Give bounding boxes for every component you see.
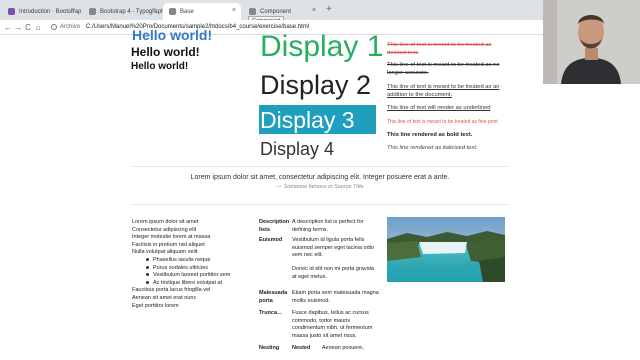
list-item: Integer molestie lorem at massa (132, 234, 211, 241)
fine-print-text: This line of text is meant to be treated… (387, 119, 500, 125)
close-icon[interactable]: × (71, 7, 75, 14)
bootstrap-icon (8, 8, 15, 15)
tab-label: Base (180, 8, 194, 15)
bullet-icon (146, 280, 149, 284)
webcam-overlay (543, 0, 640, 84)
bullet-icon (146, 265, 149, 269)
nested-list-item: Vestibulum laoreet porttitor sem (132, 272, 230, 280)
heading-hello-world-link[interactable]: Hello world! (132, 27, 212, 43)
italic-text: This line rendered as italicized text. (387, 145, 478, 151)
dd-description-lists: A description list is perfect for defini… (292, 219, 364, 233)
globe-icon (89, 8, 96, 15)
dt-euismod: Euismod (259, 237, 283, 243)
dd-nesting: Nested Aenean posuere, (292, 345, 380, 353)
bullet-icon (146, 258, 149, 262)
blockquote-text: Lorem ipsum dolor sit amet, consectetur … (190, 174, 450, 181)
divider (132, 204, 508, 205)
underlined-text: This line of text will render as underli… (387, 105, 491, 111)
list-item: Eget porttitor lorem (132, 302, 179, 309)
close-icon[interactable]: × (312, 7, 316, 14)
list-item: Faucibus porta lacus fringilla vel (132, 287, 211, 294)
reload-icon[interactable]: C (23, 23, 33, 32)
list-item: Facilisis in pretium nisl aliquet (132, 241, 205, 248)
back-arrow-icon[interactable]: ← (3, 23, 13, 32)
deleted-text: This line of text is meant to be treated… (387, 42, 492, 56)
tab-typography[interactable]: Bootstrap 4 - Typography × (83, 3, 167, 20)
globe-icon (249, 8, 256, 15)
display-1: Display 1 (260, 30, 384, 63)
list-item: Lorem ipsum dolor sit amet (132, 219, 199, 225)
strikethrough-text: This line of text is meant to be treated… (387, 62, 500, 76)
display-4: Display 4 (260, 139, 335, 159)
nested-list-item-label: Phasellus iaculis neque (153, 256, 211, 263)
site-info[interactable]: Archivo (51, 24, 80, 30)
dt-description-lists: Description lists (259, 219, 290, 233)
list-item: Aenean sit amet erat nunc (132, 294, 197, 301)
nested-list-item: Purus sodales ultricies (132, 265, 230, 273)
site-info-label: Archivo (60, 24, 81, 30)
nested-dd: Aenean posuere, (321, 345, 364, 351)
new-tab-button[interactable]: + (326, 5, 332, 15)
nested-list-item: Phasellus iaculis neque (132, 257, 230, 265)
tab-label: Bootstrap 4 - Typography (100, 8, 168, 15)
screen: { "browser": { "tabs": [ {"label": "Intr… (0, 0, 640, 360)
bold-text: This line rendered as bold text. (387, 132, 473, 138)
divider (132, 166, 508, 167)
bullet-icon (146, 273, 149, 277)
nested-list-item: Ac tristique libero volutpat at (132, 280, 230, 288)
dd-euismod: Vestibulum id ligula porta felis euismod… (292, 237, 374, 259)
list-item: Consectetur adipiscing elit (132, 226, 197, 233)
globe-icon (169, 8, 176, 15)
dt-malesuada-porta: Malesuada porta (259, 290, 288, 304)
close-icon[interactable]: × (152, 7, 156, 14)
waterfall-image (387, 217, 505, 282)
heading-hello-world-small: Hello world! (131, 61, 189, 72)
nested-list-item-label: Ac tristique libero volutpat at (153, 279, 223, 286)
display-3: Display 3 (260, 107, 355, 133)
forward-arrow-icon[interactable]: → (13, 23, 23, 32)
display-2: Display 2 (260, 70, 372, 100)
dt-truncated: Trunca... (259, 310, 282, 316)
tab-label: Component (260, 8, 292, 15)
unordered-list: Lorem ipsum dolor sit amet Consectetur a… (132, 219, 230, 310)
inserted-text: This line of text is meant to be treated… (387, 84, 500, 98)
dt-nesting: Nesting (259, 345, 280, 351)
home-icon[interactable]: ⌂ (33, 23, 43, 32)
close-icon[interactable]: × (232, 7, 236, 14)
nested-list-item-label: Vestibulum laoreet porttitor sem (153, 272, 231, 279)
nested-list-item-label: Purus sodales ultricies (153, 264, 209, 271)
blockquote-footer: — Someone famous in Source Title (276, 184, 364, 190)
list-item: Nulla volutpat aliquam velit (132, 249, 198, 256)
info-icon (51, 24, 57, 30)
dd-euismod-2: Donec id elit non mi porta gravida at eg… (292, 266, 374, 280)
tab-introduction-bootstrap[interactable]: Introduction · Bootstrap × (2, 3, 81, 20)
dd-malesuada-porta: Etiam porta sem malesuada magna mollis e… (292, 290, 379, 304)
nested-dt: Nested (292, 345, 311, 351)
tab-base[interactable]: Base × (163, 3, 241, 20)
heading-hello-world: Hello world! (131, 45, 200, 59)
dd-truncated: Fusce dapibus, tellus ac cursus commodo,… (292, 310, 373, 339)
